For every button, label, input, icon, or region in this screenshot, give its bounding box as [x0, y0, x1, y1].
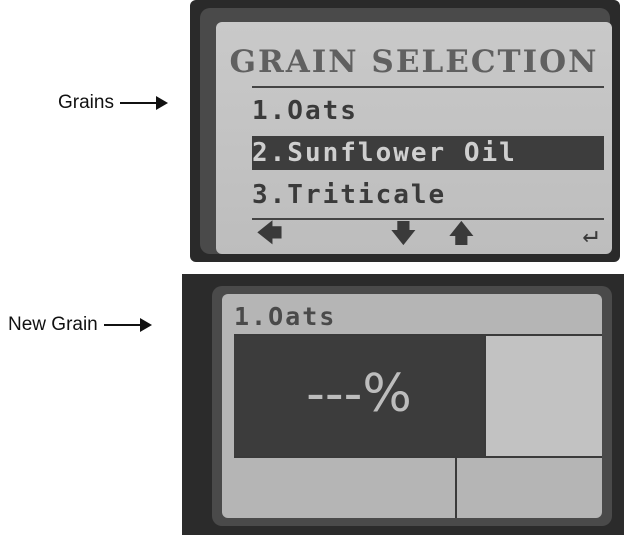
enter-icon[interactable]: ↵ [582, 220, 598, 248]
grain-selection-screen: GRAIN SELECTION 1.Oats 2.Sunflower Oil 3… [216, 22, 612, 254]
nav-bar: 🡄 🡇 🡅 ↵ [252, 218, 604, 250]
title-divider [252, 86, 604, 88]
grains-callout: Grains [58, 92, 168, 114]
new-grain-label: New Grain [8, 314, 98, 335]
grain-item-triticale[interactable]: 3.Triticale [252, 178, 604, 212]
down-arrow-icon[interactable]: 🡇 [390, 220, 417, 248]
new-grain-callout: New Grain [8, 314, 152, 336]
new-grain-device: 1.Oats ---% [182, 274, 624, 535]
back-arrow-icon[interactable]: 🡄 [256, 220, 283, 248]
side-panel [484, 336, 602, 456]
grain-selection-device: GRAIN SELECTION 1.Oats 2.Sunflower Oil 3… [190, 0, 620, 262]
right-arrow-icon [119, 96, 168, 110]
grain-item-sunflower-oil[interactable]: 2.Sunflower Oil [252, 136, 604, 170]
device-bezel: GRAIN SELECTION 1.Oats 2.Sunflower Oil 3… [200, 8, 612, 254]
grains-label: Grains [58, 92, 114, 113]
up-arrow-icon[interactable]: 🡅 [448, 220, 475, 248]
selected-grain-label: 1.Oats [234, 302, 337, 331]
right-arrow-icon [103, 318, 152, 332]
screen-title: GRAIN SELECTION [229, 44, 599, 80]
bottom-divider [234, 456, 602, 458]
grain-item-oats[interactable]: 1.Oats [252, 94, 604, 128]
new-grain-screen: 1.Oats ---% [222, 294, 602, 518]
moisture-readout: ---% [306, 364, 412, 424]
bottom-split-divider [455, 456, 457, 518]
moisture-panel: ---% [234, 336, 484, 456]
